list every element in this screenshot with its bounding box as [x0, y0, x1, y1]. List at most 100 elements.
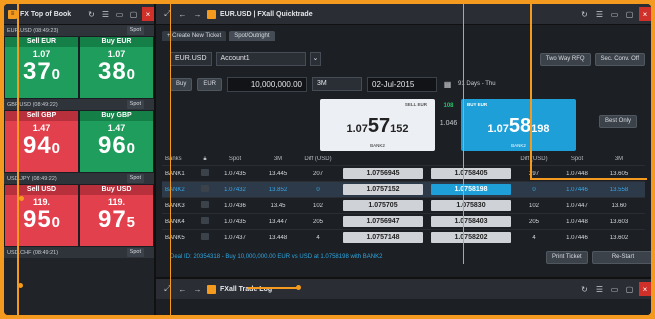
best-only-toggle[interactable]: Best Only: [598, 115, 637, 128]
account-select[interactable]: Account1: [215, 52, 306, 66]
app-icon: [207, 284, 216, 294]
sell-diff: 102: [312, 202, 323, 209]
buy-diff: 0: [532, 186, 536, 193]
row-checkbox[interactable]: [199, 201, 211, 210]
maximize-icon[interactable]: ▢: [624, 8, 635, 20]
pips: 950: [23, 207, 60, 236]
sell-tile[interactable]: Sell GBP 1.47 940: [4, 110, 79, 173]
pair-name: USD.JPY (08:49:22): [7, 176, 127, 182]
tenor-select[interactable]: 3M: [312, 77, 363, 91]
spot-select[interactable]: Spot: [126, 100, 144, 109]
currency-pair-block: EUR.USD (08:49:23) Spot Sell EUR 1.07 37…: [4, 25, 154, 99]
sell-quote-button[interactable]: 1.0757148: [343, 232, 423, 243]
bank-name: BANK3: [165, 202, 185, 209]
buy-quote-button[interactable]: 1.0758198: [431, 184, 511, 195]
pin-icon[interactable]: ⤢: [162, 283, 173, 295]
buy-quote-button[interactable]: 1.0758405: [431, 168, 511, 179]
sell-fwd-pips: 13.45: [270, 202, 286, 209]
sell-quote-cell: 1.0757152: [339, 184, 427, 195]
sell-quote-button[interactable]: 1.0756945: [343, 168, 423, 179]
forward-icon[interactable]: →: [192, 8, 203, 20]
row-checkbox[interactable]: [199, 233, 211, 242]
menu-icon[interactable]: ☰: [594, 283, 605, 295]
close-icon[interactable]: ×: [142, 7, 154, 21]
sec-conv-toggle[interactable]: Sec. Conv. Off: [594, 52, 645, 66]
buy-pips: 58: [508, 115, 532, 137]
pair-time: (08:49:22): [31, 175, 57, 182]
tab-spot-outright[interactable]: Spot/Outright: [229, 31, 275, 41]
pair-name: USD.CHF (08:49:21): [7, 250, 127, 256]
restore-icon[interactable]: ▭: [609, 8, 620, 20]
back-icon[interactable]: ←: [177, 283, 188, 295]
refresh-icon[interactable]: ↻: [579, 283, 590, 295]
spread-indicator: 108: [443, 103, 454, 109]
table-row[interactable]: BANK2 1.07432 13.852 0 1.0757152 1.07581…: [162, 181, 645, 197]
amount-input[interactable]: 10,000,000.00: [227, 76, 308, 92]
menu-icon[interactable]: ☰: [594, 8, 605, 20]
pips: 940: [23, 133, 60, 162]
maximize-icon[interactable]: ▢: [624, 283, 635, 295]
menu-icon[interactable]: ☰: [100, 8, 111, 20]
sell-tile[interactable]: Sell USD 119. 950: [4, 184, 79, 247]
buy-quote-cell: 1.0758403: [427, 216, 515, 227]
buy-quote-button[interactable]: 1.0758202: [431, 232, 511, 243]
close-icon[interactable]: ×: [639, 282, 651, 296]
print-ticket-button[interactable]: Print Ticket: [546, 251, 588, 264]
restore-icon[interactable]: ▭: [609, 283, 620, 295]
lock-icon[interactable]: 🔒︎: [199, 156, 211, 163]
sell-quote-button[interactable]: 1.0757152: [343, 184, 423, 195]
chevron-down-icon[interactable]: ⌄: [309, 52, 322, 66]
table-row[interactable]: BANK5 1.07437 13.448 4 1.0757148 1.07582…: [162, 229, 645, 245]
quicktrade-titlebar: ⤢ ← → EUR.USD | FXall Quicktrade ↻ ☰ ▭ ▢…: [156, 4, 651, 25]
side-toggle[interactable]: Buy: [170, 77, 193, 91]
sell-quote-button[interactable]: 1.0756947: [343, 216, 423, 227]
annotation-dot: [296, 285, 301, 290]
back-icon[interactable]: ←: [177, 8, 188, 20]
buy-quote-button[interactable]: 1.075830: [431, 200, 511, 211]
maximize-icon[interactable]: ▢: [128, 8, 139, 20]
sell-fwd-pips: 13.445: [268, 170, 288, 177]
buy-quote-button[interactable]: 1.0758403: [431, 216, 511, 227]
dealt-currency-toggle[interactable]: EUR: [197, 77, 223, 91]
pin-icon[interactable]: ⤢: [162, 8, 173, 20]
pips-value: 38: [97, 58, 127, 85]
calendar-icon[interactable]: ▦: [442, 78, 453, 90]
table-row[interactable]: BANK4 1.07435 13.447 205 1.0756947 1.075…: [162, 213, 645, 229]
restore-icon[interactable]: ▭: [114, 8, 125, 20]
fx-top-of-book-panel: ≡ FX Top of Book ↻ ☰ ▭ ▢ × EUR.USD (08:4…: [4, 4, 156, 315]
sell-quote-button[interactable]: 1.075705: [343, 200, 423, 211]
spot-select[interactable]: Spot: [126, 174, 144, 183]
pips-fraction: 0: [126, 140, 136, 157]
annotation-line: [530, 4, 532, 180]
buy-tile[interactable]: Buy USD 119. 975: [79, 184, 154, 247]
buy-tile[interactable]: Buy EUR 1.07 380: [79, 36, 154, 99]
two-way-rfq-button[interactable]: Two Way RFQ: [539, 52, 591, 66]
row-checkbox[interactable]: [199, 217, 211, 226]
tab-create-new-ticket[interactable]: + Create New Ticket: [162, 31, 227, 41]
close-icon[interactable]: ×: [639, 7, 651, 21]
table-row[interactable]: BANK3 1.07436 13.45 102 1.075705 1.07583…: [162, 197, 645, 213]
refresh-icon[interactable]: ↻: [86, 8, 97, 20]
sell-diff: 205: [312, 218, 323, 225]
spot-select[interactable]: Spot: [126, 248, 144, 257]
buy-tile[interactable]: Buy GBP 1.47 960: [79, 110, 154, 173]
spot-select[interactable]: Spot: [126, 26, 144, 35]
sell-quote-cell: 1.0756947: [339, 216, 427, 227]
pair-name: EUR.USD (08:49:23): [7, 28, 127, 34]
col-diff-buy: Diff (USD): [520, 156, 548, 162]
forward-icon[interactable]: →: [192, 283, 203, 295]
currency-pair-select[interactable]: EUR.USD: [170, 52, 212, 66]
value-date-input[interactable]: 02-Jul-2015: [367, 76, 438, 92]
currency-pair-block: GBP.USD (08:49:22) Spot Sell GBP 1.47 94…: [4, 99, 154, 173]
restart-button[interactable]: Re-Start: [592, 251, 651, 264]
sell-fwd-pips: 13.447: [268, 218, 288, 225]
refresh-icon[interactable]: ↻: [579, 8, 590, 20]
row-checkbox[interactable]: [199, 169, 211, 178]
pair-time: (08:49:22): [32, 101, 58, 108]
buy-label: BUY EUR: [467, 102, 488, 107]
sell-price-box[interactable]: SELL EUR 1.0757152 BANK2: [320, 99, 435, 151]
sell-tile[interactable]: Sell EUR 1.07 370: [4, 36, 79, 99]
pips-fraction: 5: [126, 214, 136, 231]
buy-price-box[interactable]: BUY EUR 1.0758198 BANK2: [461, 99, 576, 151]
row-checkbox[interactable]: [199, 185, 211, 194]
